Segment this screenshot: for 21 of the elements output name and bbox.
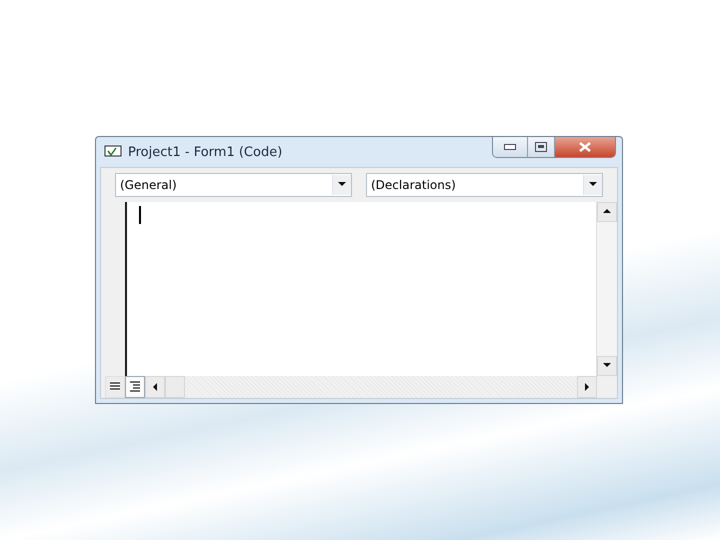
dropdown-field[interactable]: (Declarations) bbox=[366, 173, 603, 197]
scroll-down-button[interactable] bbox=[597, 356, 617, 376]
dropdown-button[interactable] bbox=[583, 175, 602, 195]
view-button[interactable] bbox=[125, 376, 145, 398]
maximize-button[interactable] bbox=[527, 137, 554, 157]
scroll-thumb[interactable] bbox=[165, 376, 185, 398]
window-title: Project1 - Form1 (Code) bbox=[128, 144, 284, 160]
restore-icon bbox=[535, 142, 547, 152]
minimize-icon bbox=[504, 144, 516, 150]
scroll-up-button[interactable] bbox=[597, 202, 617, 222]
indented-lines-icon bbox=[129, 381, 141, 393]
scroll-left-button[interactable] bbox=[145, 376, 165, 398]
close-button[interactable] bbox=[554, 137, 615, 157]
minimize-button[interactable] bbox=[493, 137, 527, 157]
scroll-right-button[interactable] bbox=[577, 376, 597, 398]
dropdown-button[interactable] bbox=[332, 175, 351, 195]
dropdown-field[interactable]: (General) bbox=[115, 173, 352, 197]
lines-icon bbox=[109, 382, 121, 392]
right-arrow-icon bbox=[582, 382, 592, 392]
close-icon bbox=[579, 142, 591, 152]
code-window-icon bbox=[104, 145, 122, 159]
